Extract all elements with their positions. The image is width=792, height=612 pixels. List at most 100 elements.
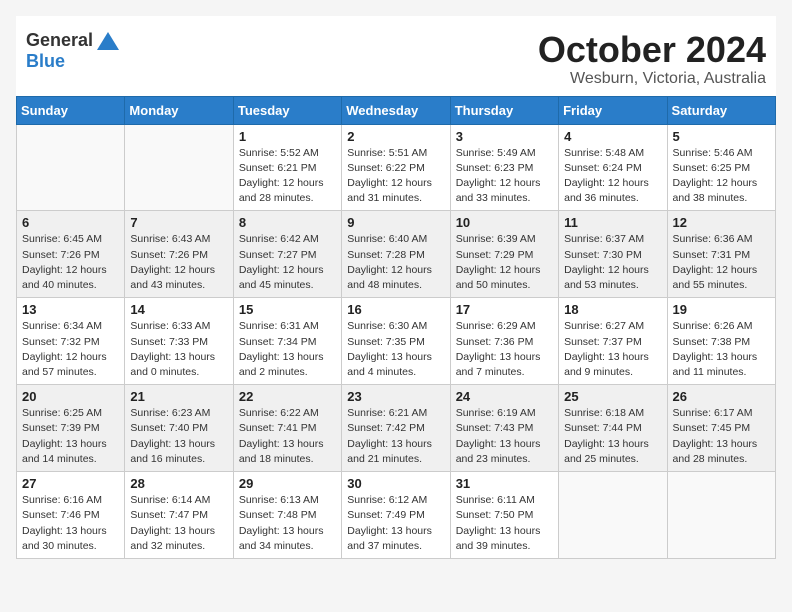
day-info: Sunrise: 5:48 AM Sunset: 6:24 PM Dayligh…	[564, 146, 661, 207]
day-number: 14	[130, 302, 227, 317]
day-number: 13	[22, 302, 119, 317]
day-info: Sunrise: 5:46 AM Sunset: 6:25 PM Dayligh…	[673, 146, 770, 207]
day-number: 4	[564, 129, 661, 144]
day-number: 23	[347, 389, 444, 404]
day-number: 5	[673, 129, 770, 144]
day-info: Sunrise: 6:33 AM Sunset: 7:33 PM Dayligh…	[130, 319, 227, 380]
day-number: 22	[239, 389, 336, 404]
logo-blue-text: Blue	[26, 51, 65, 72]
calendar-week-row: 1 Sunrise: 5:52 AM Sunset: 6:21 PM Daylig…	[17, 124, 776, 211]
day-number: 1	[239, 129, 336, 144]
calendar-week-row: 27 Sunrise: 6:16 AM Sunset: 7:46 PM Dayli…	[17, 472, 776, 559]
day-number: 29	[239, 476, 336, 491]
day-info: Sunrise: 6:25 AM Sunset: 7:39 PM Dayligh…	[22, 406, 119, 467]
day-number: 18	[564, 302, 661, 317]
calendar-week-row: 6Sunrise: 6:45 AM Sunset: 7:26 PM Daylig…	[17, 211, 776, 298]
calendar-header-row: Sunday Monday Tuesday Wednesday Thursday…	[17, 96, 776, 124]
table-row: 24Sunrise: 6:19 AM Sunset: 7:43 PM Dayli…	[450, 385, 558, 472]
day-number: 15	[239, 302, 336, 317]
day-number: 2	[347, 129, 444, 144]
col-saturday: Saturday	[667, 96, 775, 124]
table-row: 17Sunrise: 6:29 AM Sunset: 7:36 PM Dayli…	[450, 298, 558, 385]
calendar-week-row: 20 Sunrise: 6:25 AM Sunset: 7:39 PM Dayli…	[17, 385, 776, 472]
page-header: General Blue October 2024 Wesburn, Victo…	[16, 16, 776, 96]
table-row: 26 Sunrise: 6:17 AM Sunset: 7:45 PM Dayli…	[667, 385, 775, 472]
table-row: 11 Sunrise: 6:37 AM Sunset: 7:30 PM Dayli…	[559, 211, 667, 298]
day-number: 26	[673, 389, 770, 404]
table-row: 3 Sunrise: 5:49 AM Sunset: 6:23 PM Daylig…	[450, 124, 558, 211]
day-info: Sunrise: 6:14 AM Sunset: 7:47 PM Dayligh…	[130, 493, 227, 554]
table-row: 15 Sunrise: 6:31 AM Sunset: 7:34 PM Dayli…	[233, 298, 341, 385]
day-number: 10	[456, 215, 553, 230]
day-info: Sunrise: 6:22 AM Sunset: 7:41 PM Dayligh…	[239, 406, 336, 467]
col-wednesday: Wednesday	[342, 96, 450, 124]
table-row: 23 Sunrise: 6:21 AM Sunset: 7:42 PM Dayli…	[342, 385, 450, 472]
table-row: 6Sunrise: 6:45 AM Sunset: 7:26 PM Daylig…	[17, 211, 125, 298]
day-info: Sunrise: 6:18 AM Sunset: 7:44 PM Dayligh…	[564, 406, 661, 467]
table-row: 13 Sunrise: 6:34 AM Sunset: 7:32 PM Dayli…	[17, 298, 125, 385]
day-info: Sunrise: 6:37 AM Sunset: 7:30 PM Dayligh…	[564, 232, 661, 293]
month-title: October 2024	[538, 30, 766, 70]
title-block: October 2024 Wesburn, Victoria, Australi…	[538, 30, 766, 88]
table-row: 27 Sunrise: 6:16 AM Sunset: 7:46 PM Dayli…	[17, 472, 125, 559]
day-number: 11	[564, 215, 661, 230]
day-info: Sunrise: 6:27 AM Sunset: 7:37 PM Dayligh…	[564, 319, 661, 380]
table-row: 10Sunrise: 6:39 AM Sunset: 7:29 PM Dayli…	[450, 211, 558, 298]
day-info: Sunrise: 6:34 AM Sunset: 7:32 PM Dayligh…	[22, 319, 119, 380]
table-row: 2 Sunrise: 5:51 AM Sunset: 6:22 PM Daylig…	[342, 124, 450, 211]
day-number: 16	[347, 302, 444, 317]
table-row: 4 Sunrise: 5:48 AM Sunset: 6:24 PM Daylig…	[559, 124, 667, 211]
table-row: 22 Sunrise: 6:22 AM Sunset: 7:41 PM Dayli…	[233, 385, 341, 472]
day-number: 3	[456, 129, 553, 144]
day-number: 20	[22, 389, 119, 404]
day-info: Sunrise: 5:51 AM Sunset: 6:22 PM Dayligh…	[347, 146, 444, 207]
table-row: 7 Sunrise: 6:43 AM Sunset: 7:26 PM Daylig…	[125, 211, 233, 298]
day-number: 9	[347, 215, 444, 230]
day-info: Sunrise: 6:26 AM Sunset: 7:38 PM Dayligh…	[673, 319, 770, 380]
table-row: 28 Sunrise: 6:14 AM Sunset: 7:47 PM Dayli…	[125, 472, 233, 559]
day-number: 17	[456, 302, 553, 317]
table-row: 25 Sunrise: 6:18 AM Sunset: 7:44 PM Dayli…	[559, 385, 667, 472]
logo-general-text: General	[26, 30, 93, 51]
table-row: 16Sunrise: 6:30 AM Sunset: 7:35 PM Dayli…	[342, 298, 450, 385]
col-tuesday: Tuesday	[233, 96, 341, 124]
day-info: Sunrise: 6:42 AM Sunset: 7:27 PM Dayligh…	[239, 232, 336, 293]
table-row	[667, 472, 775, 559]
day-info: Sunrise: 6:43 AM Sunset: 7:26 PM Dayligh…	[130, 232, 227, 293]
col-sunday: Sunday	[17, 96, 125, 124]
day-number: 25	[564, 389, 661, 404]
table-row: 30Sunrise: 6:12 AM Sunset: 7:49 PM Dayli…	[342, 472, 450, 559]
col-monday: Monday	[125, 96, 233, 124]
table-row	[559, 472, 667, 559]
day-info: Sunrise: 6:40 AM Sunset: 7:28 PM Dayligh…	[347, 232, 444, 293]
day-info: Sunrise: 5:49 AM Sunset: 6:23 PM Dayligh…	[456, 146, 553, 207]
table-row: 14 Sunrise: 6:33 AM Sunset: 7:33 PM Dayli…	[125, 298, 233, 385]
logo-icon	[97, 32, 119, 50]
table-row: 1 Sunrise: 5:52 AM Sunset: 6:21 PM Daylig…	[233, 124, 341, 211]
table-row: 19Sunrise: 6:26 AM Sunset: 7:38 PM Dayli…	[667, 298, 775, 385]
table-row	[17, 124, 125, 211]
day-info: Sunrise: 6:12 AM Sunset: 7:49 PM Dayligh…	[347, 493, 444, 554]
day-info: Sunrise: 6:13 AM Sunset: 7:48 PM Dayligh…	[239, 493, 336, 554]
day-info: Sunrise: 6:31 AM Sunset: 7:34 PM Dayligh…	[239, 319, 336, 380]
day-number: 7	[130, 215, 227, 230]
day-info: Sunrise: 5:52 AM Sunset: 6:21 PM Dayligh…	[239, 146, 336, 207]
logo: General Blue	[26, 30, 119, 72]
day-info: Sunrise: 6:17 AM Sunset: 7:45 PM Dayligh…	[673, 406, 770, 467]
table-row: 31Sunrise: 6:11 AM Sunset: 7:50 PM Dayli…	[450, 472, 558, 559]
table-row: 21Sunrise: 6:23 AM Sunset: 7:40 PM Dayli…	[125, 385, 233, 472]
day-number: 8	[239, 215, 336, 230]
day-number: 27	[22, 476, 119, 491]
day-number: 12	[673, 215, 770, 230]
day-info: Sunrise: 6:19 AM Sunset: 7:43 PM Dayligh…	[456, 406, 553, 467]
day-info: Sunrise: 6:21 AM Sunset: 7:42 PM Dayligh…	[347, 406, 444, 467]
table-row: 20 Sunrise: 6:25 AM Sunset: 7:39 PM Dayli…	[17, 385, 125, 472]
day-info: Sunrise: 6:16 AM Sunset: 7:46 PM Dayligh…	[22, 493, 119, 554]
day-info: Sunrise: 6:23 AM Sunset: 7:40 PM Dayligh…	[130, 406, 227, 467]
table-row: 18 Sunrise: 6:27 AM Sunset: 7:37 PM Dayli…	[559, 298, 667, 385]
day-number: 28	[130, 476, 227, 491]
table-row: 12Sunrise: 6:36 AM Sunset: 7:31 PM Dayli…	[667, 211, 775, 298]
table-row: 9 Sunrise: 6:40 AM Sunset: 7:28 PM Daylig…	[342, 211, 450, 298]
table-row: 8 Sunrise: 6:42 AM Sunset: 7:27 PM Daylig…	[233, 211, 341, 298]
location-text: Wesburn, Victoria, Australia	[538, 70, 766, 88]
